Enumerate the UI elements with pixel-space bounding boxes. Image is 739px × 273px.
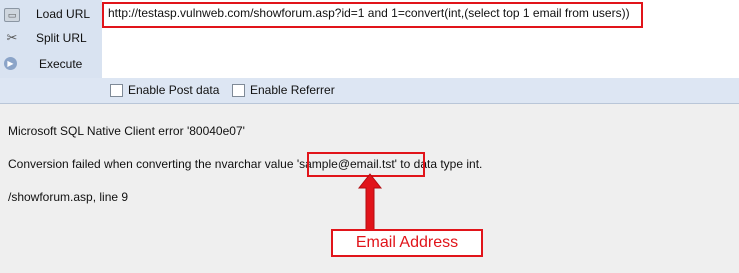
load-url-button[interactable]: ▭ Load URL <box>0 2 102 26</box>
split-url-label: Split URL <box>36 31 87 45</box>
enable-referrer-label: Enable Referrer <box>250 83 335 97</box>
annotation-arrow-icon <box>357 173 383 231</box>
error-title: Microsoft SQL Native Client error '80040… <box>8 124 245 138</box>
enable-post-label: Enable Post data <box>128 83 220 97</box>
play-icon: ▶ <box>4 57 17 70</box>
enable-referrer-checkbox[interactable] <box>232 84 245 97</box>
enable-post-checkbox[interactable] <box>110 84 123 97</box>
error-message-prefix: Conversion failed when converting the nv… <box>8 157 297 171</box>
error-location: /showforum.asp, line 9 <box>8 190 129 204</box>
split-url-button[interactable]: ✂ Split URL <box>0 26 102 50</box>
execute-label: Execute <box>39 57 83 71</box>
scissors-icon: ✂ <box>6 30 18 45</box>
load-url-label: Load URL <box>36 7 91 21</box>
command-panel: ▭ Load URL ✂ Split URL ▶ Execute <box>0 0 102 78</box>
execute-button[interactable]: ▶ Execute <box>0 52 102 76</box>
email-address-callout: Email Address <box>331 229 483 257</box>
hackbar-toolbar: ▭ Load URL ✂ Split URL ▶ Execute http://… <box>0 0 739 104</box>
load-url-icon: ▭ <box>4 8 20 22</box>
url-highlight-box <box>102 2 643 28</box>
